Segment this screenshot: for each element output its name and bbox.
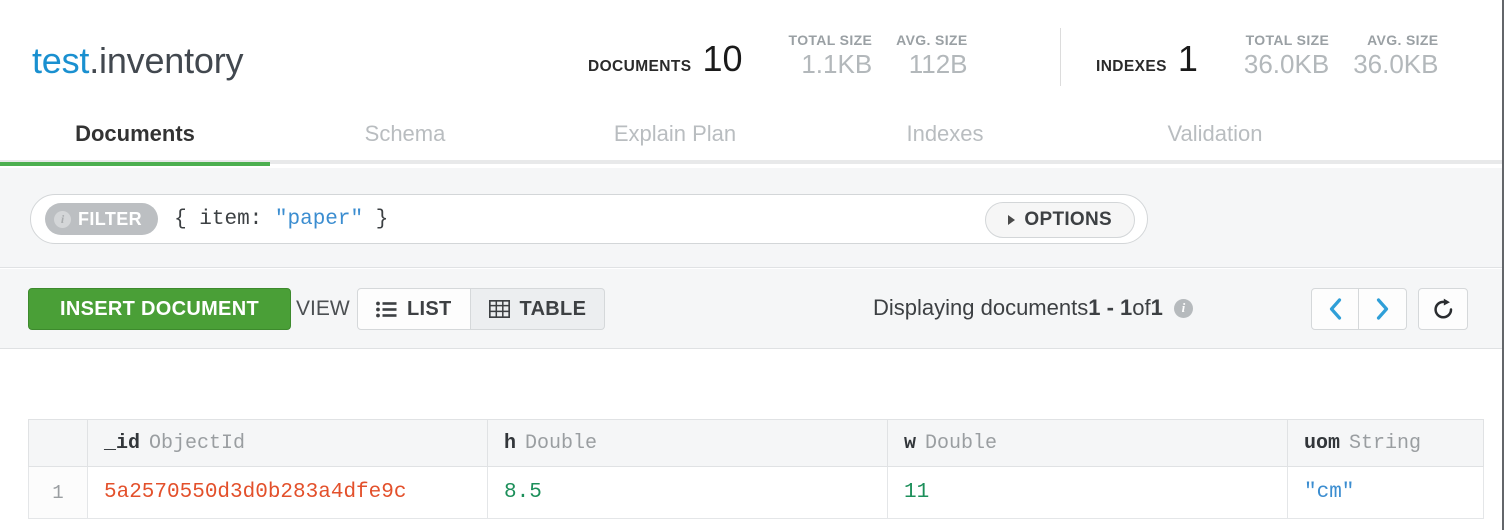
displaying-prefix: Displaying documents bbox=[873, 295, 1089, 320]
displaying-middle: of bbox=[1132, 295, 1151, 320]
query-suffix: } bbox=[363, 207, 389, 231]
table-header-rownum bbox=[28, 419, 88, 467]
cell-value: 8.5 bbox=[504, 481, 542, 504]
collection-header: test.inventory DOCUMENTS 10 TOTAL SIZE 1… bbox=[0, 0, 1502, 108]
documents-substats: TOTAL SIZE 1.1KB AVG. SIZE 112B bbox=[765, 33, 968, 78]
indexes-total-size-label: TOTAL SIZE bbox=[1245, 32, 1330, 48]
tab-indexes[interactable]: Indexes bbox=[810, 106, 1080, 162]
refresh-icon bbox=[1433, 298, 1452, 318]
list-icon bbox=[376, 301, 397, 318]
table-header-_id[interactable]: _id ObjectId bbox=[88, 419, 488, 467]
view-list-label: LIST bbox=[407, 297, 452, 320]
table-breadcrumb-area: inventory size { } bbox=[0, 350, 1502, 420]
view-table-button[interactable]: TABLE bbox=[470, 288, 606, 330]
indexes-total-size-value: 36.0KB bbox=[1243, 48, 1330, 79]
query-string-value: "paper" bbox=[274, 207, 364, 231]
pagination-status: Displaying documents 1 - 1 of 1 i bbox=[873, 295, 1193, 321]
documents-count: 10 bbox=[702, 37, 743, 79]
documents-avg-size-label: AVG. SIZE bbox=[896, 32, 968, 48]
documents-avg-size-value: 112B bbox=[908, 48, 968, 79]
filter-badge[interactable]: i FILTER bbox=[45, 203, 159, 235]
chevron-right-icon bbox=[1376, 298, 1389, 320]
table-row[interactable]: 1 5a2570550d3d0b283a4dfe9c 8.5 11 "cm" bbox=[28, 467, 1484, 519]
pagination-controls bbox=[1311, 288, 1407, 330]
tab-schema[interactable]: Schema bbox=[270, 106, 540, 162]
column-field-name: w bbox=[904, 431, 917, 455]
view-label: VIEW bbox=[296, 297, 350, 320]
indexes-count-group: INDEXES 1 bbox=[1096, 37, 1198, 79]
view-table-label: TABLE bbox=[519, 297, 587, 320]
stats-divider bbox=[1060, 28, 1061, 86]
info-icon: i bbox=[54, 210, 71, 228]
next-page-button[interactable] bbox=[1359, 288, 1407, 330]
insert-document-button[interactable]: INSERT DOCUMENT bbox=[28, 288, 291, 330]
indexes-avg-size-value: 36.0KB bbox=[1353, 48, 1439, 79]
indexes-avg-size: AVG. SIZE 36.0KB bbox=[1353, 33, 1438, 78]
documents-avg-size: AVG. SIZE 112B bbox=[896, 33, 967, 78]
collection-tabs: Documents Schema Explain Plan Indexes Va… bbox=[0, 106, 1502, 166]
documents-label: DOCUMENTS bbox=[588, 57, 692, 75]
cell-value: 11 bbox=[904, 481, 930, 504]
column-field-type: String bbox=[1349, 431, 1422, 455]
filter-input[interactable]: i FILTER { item: "paper" } OPTIONS bbox=[30, 194, 1148, 244]
column-field-type: ObjectId bbox=[149, 431, 246, 455]
documents-table: _id ObjectId h Double w Double uom Strin… bbox=[28, 419, 1484, 519]
documents-total-size-label: TOTAL SIZE bbox=[788, 32, 873, 48]
row-number: 1 bbox=[28, 467, 88, 519]
chevron-left-icon bbox=[1329, 298, 1341, 320]
documents-stats: DOCUMENTS 10 TOTAL SIZE 1.1KB AVG. SIZE … bbox=[588, 33, 968, 78]
column-field-name: uom bbox=[1304, 431, 1341, 455]
previous-page-button[interactable] bbox=[1311, 288, 1359, 330]
cell-value: 5a2570550d3d0b283a4dfe9c bbox=[104, 481, 407, 504]
namespace-separator: . bbox=[89, 40, 100, 81]
displaying-total: 1 bbox=[1150, 295, 1163, 320]
column-field-name: h bbox=[504, 431, 517, 455]
table-header-row: _id ObjectId h Double w Double uom Strin… bbox=[28, 419, 1484, 467]
documents-count-group: DOCUMENTS 10 bbox=[588, 37, 743, 79]
indexes-stats: INDEXES 1 TOTAL SIZE 36.0KB AVG. SIZE 36… bbox=[1096, 33, 1438, 78]
indexes-substats: TOTAL SIZE 36.0KB AVG. SIZE 36.0KB bbox=[1220, 33, 1439, 78]
info-icon: i bbox=[1173, 298, 1193, 318]
column-field-type: Double bbox=[525, 431, 598, 455]
cell-h[interactable]: 8.5 bbox=[488, 467, 888, 519]
documents-total-size: TOTAL SIZE 1.1KB bbox=[789, 33, 873, 78]
filter-label: FILTER bbox=[78, 208, 143, 229]
cell-_id[interactable]: 5a2570550d3d0b283a4dfe9c bbox=[88, 467, 488, 519]
table-header-h[interactable]: h Double bbox=[488, 419, 888, 467]
displaying-range: 1 - 1 bbox=[1088, 295, 1133, 320]
filter-query-text: { item: "paper" } bbox=[174, 208, 388, 231]
column-field-name: _id bbox=[104, 431, 141, 455]
page-title: test.inventory bbox=[32, 40, 244, 82]
column-field-type: Double bbox=[925, 431, 998, 455]
table-icon bbox=[488, 300, 510, 318]
query-bar: i FILTER { item: "paper" } OPTIONS FIND … bbox=[0, 168, 1502, 416]
indexes-count: 1 bbox=[1177, 37, 1198, 79]
options-label: OPTIONS bbox=[1024, 209, 1112, 230]
documents-total-size-value: 1.1KB bbox=[801, 48, 873, 79]
options-button[interactable]: OPTIONS bbox=[985, 202, 1135, 238]
indexes-total-size: TOTAL SIZE 36.0KB bbox=[1244, 33, 1329, 78]
cell-value: "cm" bbox=[1304, 481, 1355, 504]
view-list-button[interactable]: LIST bbox=[357, 288, 471, 330]
collection-name: inventory bbox=[99, 40, 244, 81]
refresh-documents-button[interactable] bbox=[1418, 288, 1468, 330]
tab-explain-plan[interactable]: Explain Plan bbox=[540, 106, 810, 162]
view-switcher: LIST TABLE bbox=[357, 288, 606, 330]
chevron-right-icon bbox=[1008, 215, 1016, 225]
indexes-avg-size-label: AVG. SIZE bbox=[1367, 32, 1439, 48]
table-header-w[interactable]: w Double bbox=[888, 419, 1288, 467]
tab-documents[interactable]: Documents bbox=[0, 106, 270, 166]
query-prefix: { item: bbox=[174, 207, 275, 231]
table-header-uom[interactable]: uom String bbox=[1288, 419, 1484, 467]
tab-validation[interactable]: Validation bbox=[1080, 106, 1350, 162]
cell-uom[interactable]: "cm" bbox=[1288, 467, 1484, 519]
indexes-label: INDEXES bbox=[1096, 57, 1167, 75]
compass-collection-window: test.inventory DOCUMENTS 10 TOTAL SIZE 1… bbox=[0, 0, 1504, 530]
cell-w[interactable]: 11 bbox=[888, 467, 1288, 519]
database-name: test bbox=[32, 40, 90, 81]
